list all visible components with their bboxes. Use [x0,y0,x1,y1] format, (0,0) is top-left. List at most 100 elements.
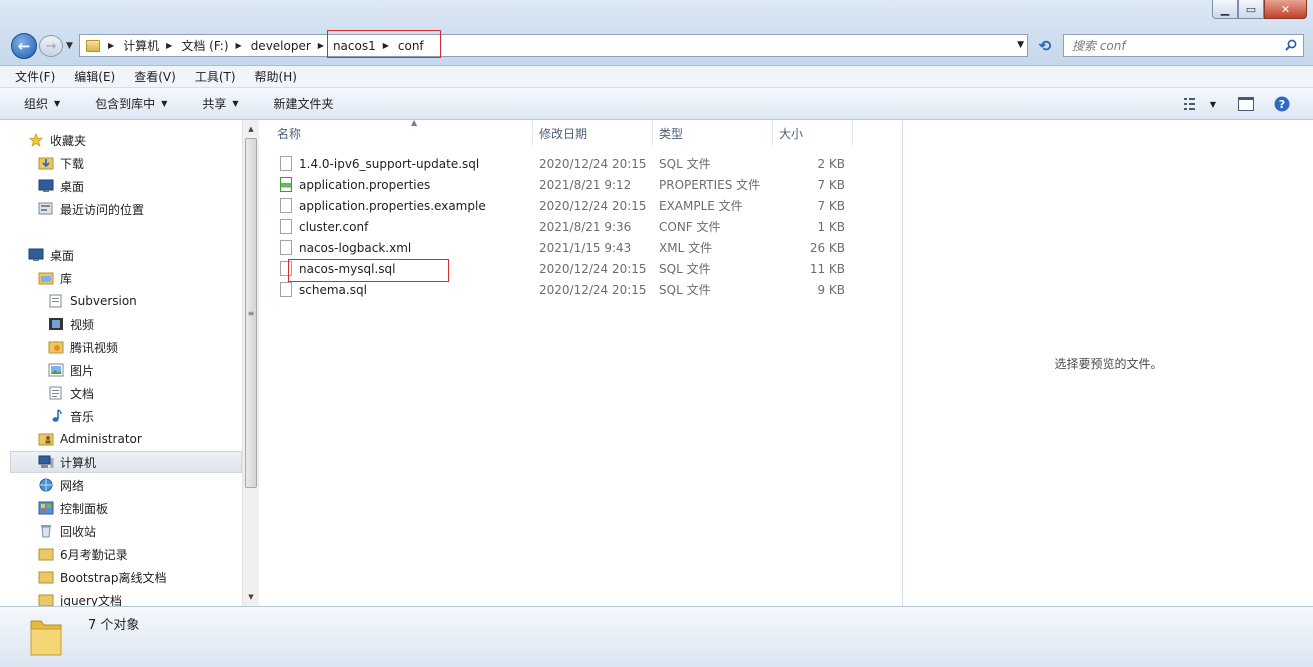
document-icon [49,386,62,400]
search-icon[interactable] [1285,39,1297,51]
nav-libraries[interactable]: 库 [38,267,72,289]
nav-network[interactable]: 网络 [38,474,84,496]
file-row[interactable]: application.properties 2021/8/21 9:12 PR… [259,174,859,195]
new-folder-button[interactable]: 新建文件夹 [270,95,338,112]
nav-label: 音乐 [70,409,95,424]
file-size: 7 KB [817,177,845,192]
nav-label: 桌面 [50,248,75,263]
chevron-right-icon[interactable]: ▶ [318,41,324,50]
nav-favorites[interactable]: 收藏夹 [28,129,86,151]
menu-help[interactable]: 帮助(H) [252,68,300,85]
file-icon [280,261,292,276]
view-options-button[interactable]: ▼ [1180,95,1220,113]
include-in-library-button[interactable]: 包含到库中 ▼ [91,95,171,112]
file-row[interactable]: application.properties.example 2020/12/2… [259,195,859,216]
scroll-up-icon[interactable]: ▲ [243,121,259,137]
file-row[interactable]: schema.sql 2020/12/24 20:15 SQL 文件 9 KB [259,279,859,300]
search-input[interactable]: 搜索 conf [1063,34,1304,57]
nav-recent-places[interactable]: 最近访问的位置 [38,198,144,220]
nav-label: 控制面板 [60,501,109,516]
file-type: XML 文件 [659,241,713,255]
help-button[interactable]: ? [1273,95,1291,113]
file-type: PROPERTIES 文件 [659,178,761,192]
nav-label: 网络 [60,478,85,493]
file-size: 1 KB [817,219,845,234]
nav-computer[interactable]: 计算机 [10,451,242,473]
menu-tools[interactable]: 工具(T) [192,68,239,85]
back-button[interactable]: ← [11,33,37,59]
document-library-icon [49,294,62,308]
column-header-date[interactable]: 修改日期 [533,120,653,146]
chevron-right-icon[interactable]: ▶ [166,41,172,50]
refresh-button[interactable]: ⟲ [1034,35,1056,56]
nav-downloads[interactable]: 下载 [38,152,84,174]
maximize-button[interactable]: ▭ [1238,0,1264,19]
breadcrumb-developer[interactable]: developer [248,35,314,56]
nav-documents[interactable]: 文档 [48,382,94,404]
organize-button[interactable]: 组织 ▼ [20,95,64,112]
file-row[interactable]: nacos-mysql.sql 2020/12/24 20:15 SQL 文件 … [259,258,859,279]
file-type: EXAMPLE 文件 [659,199,743,213]
share-button[interactable]: 共享 ▼ [198,95,242,112]
nav-label: 下载 [60,156,85,171]
close-button[interactable]: ✕ [1264,0,1307,19]
column-header-name[interactable]: 名称 ▲ [271,118,533,146]
organize-label: 组织 [24,97,49,111]
address-dropdown-icon[interactable]: ▼ [1017,40,1024,50]
forward-button[interactable]: → [39,35,63,57]
minimize-button[interactable]: ▁ [1212,0,1238,19]
nav-videos[interactable]: 视频 [48,313,94,335]
preview-pane-button[interactable] [1236,95,1256,113]
recent-pages-dropdown[interactable]: ▼ [66,41,73,51]
chevron-right-icon[interactable]: ▶ [236,41,242,50]
refresh-icon: ⟲ [1038,36,1052,55]
file-name: 1.4.0-ipv6_support-update.sql [299,156,480,171]
chevron-down-icon: ▼ [232,99,239,108]
desktop-icon [28,248,44,261]
nav-jquery-folder[interactable]: jquery文档 [38,589,122,606]
navigation-pane: 收藏夹 下载 桌面 最近访问的位置 桌面 库 Subversion 视频 腾讯视… [0,120,258,606]
breadcrumb-computer[interactable]: 计算机 [120,35,162,56]
nav-desktop-favorite[interactable]: 桌面 [38,175,84,197]
scroll-down-icon[interactable]: ▼ [243,589,259,605]
menu-view[interactable]: 查看(V) [131,68,179,85]
chevron-right-icon[interactable]: ▶ [383,41,389,50]
scroll-thumb[interactable]: ≡ [245,138,257,488]
chevron-right-icon[interactable]: ▶ [108,41,114,50]
nav-administrator[interactable]: Administrator [38,428,142,450]
nav-attendance-folder[interactable]: 6月考勤记录 [38,543,128,565]
address-bar[interactable]: ▶ 计算机 ▶ 文档 (F:) ▶ developer ▶ nacos1 ▶ c… [79,34,1028,57]
nav-label: Subversion [70,294,137,308]
column-header-size[interactable]: 大小 [773,120,853,146]
nav-label: 图片 [70,363,95,378]
file-icon [280,219,292,234]
file-date: 2021/8/21 9:36 [539,219,632,234]
breadcrumb-conf[interactable]: conf [395,35,427,56]
nav-label: Administrator [60,432,142,446]
nav-pictures[interactable]: 图片 [48,359,94,381]
properties-file-icon [280,177,292,192]
nav-label: 回收站 [60,524,97,539]
nav-control-panel[interactable]: 控制面板 [38,497,108,519]
menu-edit[interactable]: 编辑(E) [71,68,118,85]
file-row[interactable]: nacos-logback.xml 2021/1/15 9:43 XML 文件 … [259,237,859,258]
breadcrumb-nacos1[interactable]: nacos1 [330,35,379,56]
svg-text:?: ? [1279,98,1285,111]
nav-subversion[interactable]: Subversion [48,290,137,312]
nav-desktop[interactable]: 桌面 [28,244,74,266]
nav-scrollbar[interactable]: ▲ ≡ ▼ [242,120,259,606]
nav-music[interactable]: 音乐 [48,405,94,427]
nav-recycle-bin[interactable]: 回收站 [38,520,96,542]
computer-icon [38,455,54,468]
libraries-icon [38,272,54,285]
column-header-type[interactable]: 类型 [653,120,773,146]
file-row[interactable]: 1.4.0-ipv6_support-update.sql 2020/12/24… [259,153,859,174]
file-icon [280,156,292,171]
nav-bootstrap-folder[interactable]: Bootstrap离线文档 [38,566,166,588]
nav-tencent-video[interactable]: 腾讯视频 [48,336,118,358]
breadcrumb-drive-f[interactable]: 文档 (F:) [178,35,231,56]
file-date: 2020/12/24 20:15 [539,282,647,297]
file-row[interactable]: cluster.conf 2021/8/21 9:36 CONF 文件 1 KB [259,216,859,237]
file-type: SQL 文件 [659,262,711,276]
menu-file[interactable]: 文件(F) [12,68,58,85]
